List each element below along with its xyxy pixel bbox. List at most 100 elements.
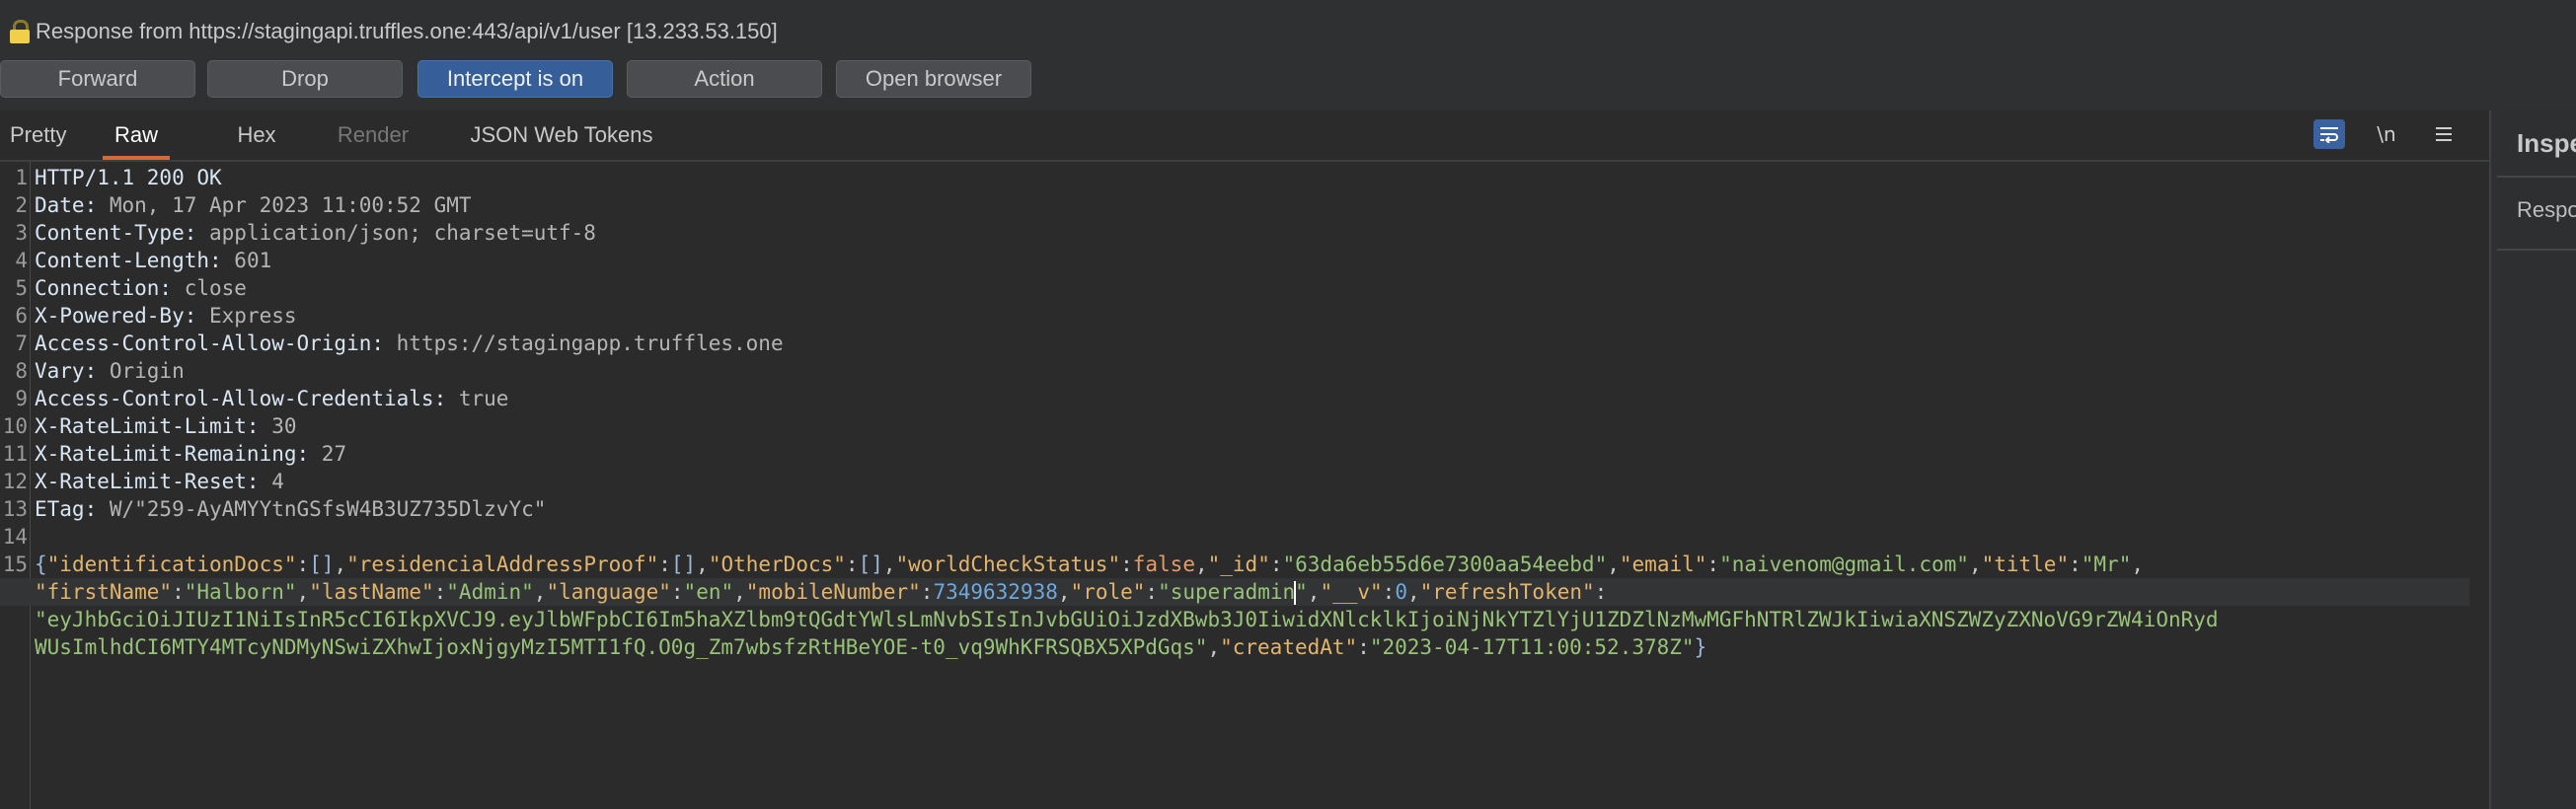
raw-response-editor[interactable]: 1 HTTP/1.1 200 OK 2 Date: Mon, 17 Apr 2023 … (0, 162, 2489, 809)
line-number: 1 (15, 166, 28, 189)
line-content: Access-Control-Allow-Credentials: true (35, 385, 508, 412)
line-content: X-Powered-By: Express (35, 302, 297, 330)
json-string: "2023-04-17T11:00:52.378Z" (1369, 635, 1695, 659)
header-name: Content-Length: (35, 249, 222, 272)
inspector-title: Inspector (2517, 128, 2576, 158)
header-name: Date: (35, 193, 98, 217)
json-punctuation: : (1382, 580, 1396, 604)
line-number: 14 (2, 525, 28, 549)
json-bracket: { (35, 552, 47, 576)
editor-tools: \n (2313, 119, 2460, 149)
line-content: Vary: Origin (35, 357, 185, 385)
json-key: "createdAt" (1220, 635, 1358, 659)
header-value: Mon, 17 Apr 2023 11:00:52 GMT (97, 193, 472, 217)
inspector-divider (2497, 176, 2576, 178)
json-punctuation: , (1194, 552, 1208, 576)
json-key: "__v" (1320, 580, 1383, 604)
hamburger-menu-icon[interactable] (2428, 119, 2460, 149)
line-content: "firstName":"Halborn","lastName":"Admin"… (35, 578, 1607, 606)
json-punctuation: , (1607, 552, 1620, 576)
line-content: Connection: close (35, 274, 247, 302)
drop-button[interactable]: Drop (207, 60, 403, 98)
intercept-toolbar: Forward Drop Intercept is on Action Open… (0, 57, 2576, 112)
editor-line: 7 Access-Control-Allow-Origin: https://st… (0, 330, 2469, 357)
line-content: Access-Control-Allow-Origin: https://sta… (35, 330, 784, 357)
json-key: "language" (546, 580, 671, 604)
line-number: 3 (15, 221, 28, 245)
line-number: 10 (2, 414, 28, 438)
json-punctuation: , (334, 552, 347, 576)
forward-button[interactable]: Forward (0, 60, 195, 98)
tab-pretty[interactable]: Pretty (10, 122, 89, 160)
json-punctuation: : (296, 552, 310, 576)
line-content: X-RateLimit-Remaining: 27 (35, 440, 346, 468)
json-punctuation: : (1269, 552, 1283, 576)
json-boolean: false (1132, 552, 1195, 576)
header-value: W/"259-AyAMYYtnGSfsW4B3UZ735DlzvYc" (97, 497, 547, 521)
json-punctuation: : (1594, 580, 1608, 604)
header-name: ETag: (35, 497, 98, 521)
json-key: "title" (1981, 552, 2070, 576)
json-string: "Admin" (446, 580, 534, 604)
header-name: Vary: (35, 359, 98, 383)
json-string: "en" (683, 580, 734, 604)
status-line: HTTP/1.1 200 OK (35, 166, 222, 189)
json-string: "Halborn" (184, 580, 297, 604)
json-punctuation: , (1307, 580, 1321, 604)
inspector-divider (2497, 249, 2576, 251)
line-number: 12 (2, 470, 28, 493)
json-bracket: } (1694, 635, 1707, 659)
json-bracket: [] (858, 552, 883, 576)
json-punctuation: , (733, 580, 746, 604)
json-string: WUsImlhdCI6MTY4MTcyNDMyNSwiZXhwIjoxNjgyM… (35, 635, 1208, 659)
json-key: "worldCheckStatus" (895, 552, 1121, 576)
title-bar: Response from https://stagingapi.truffle… (0, 0, 2576, 57)
show-newlines-toggle[interactable]: \n (2371, 119, 2402, 149)
json-punctuation: : (433, 580, 447, 604)
panel-splitter[interactable] (2489, 110, 2497, 809)
header-value: 601 (221, 249, 272, 272)
word-wrap-icon[interactable] (2313, 119, 2345, 149)
editor-line: 10 X-RateLimit-Limit: 30 (0, 412, 2469, 440)
json-key: "refreshToken" (1419, 580, 1595, 604)
line-number: 4 (15, 249, 28, 272)
editor-line: 2 Date: Mon, 17 Apr 2023 11:00:52 GMT (0, 191, 2469, 219)
line-content: HTTP/1.1 200 OK (35, 164, 222, 191)
action-button[interactable]: Action (627, 60, 822, 98)
line-number: 13 (2, 497, 28, 521)
json-punctuation: , (1968, 552, 1982, 576)
inspector-section-response[interactable]: Response (2517, 197, 2576, 223)
json-punctuation: : (1120, 552, 1133, 576)
header-name: X-RateLimit-Remaining: (35, 442, 310, 466)
json-punctuation: , (1057, 580, 1071, 604)
tab-hex[interactable]: Hex (235, 122, 278, 160)
json-key: "firstName" (35, 580, 173, 604)
intercept-toggle-button[interactable]: Intercept is on (417, 60, 613, 98)
json-punctuation: : (920, 580, 934, 604)
header-value: https://stagingapp.truffles.one (384, 331, 784, 355)
line-number: 5 (15, 276, 28, 300)
header-name: X-RateLimit-Limit: (35, 414, 260, 438)
tab-json-web-tokens[interactable]: JSON Web Tokens (468, 122, 655, 160)
editor-line: 13 ETag: W/"259-AyAMYYtnGSfsW4B3UZ735Dlzv… (0, 495, 2469, 523)
line-number: 6 (15, 304, 28, 328)
json-key: "email" (1619, 552, 1707, 576)
json-key: "mobileNumber" (745, 580, 921, 604)
header-value: 4 (259, 470, 284, 493)
editor-line: 12 X-RateLimit-Reset: 4 (0, 468, 2469, 495)
header-value: 30 (259, 414, 297, 438)
line-number: 8 (15, 359, 28, 383)
json-key: "_id" (1207, 552, 1270, 576)
json-punctuation: , (533, 580, 547, 604)
line-content: "eyJhbGciOiJIUzI1NiIsInR5cCI6IkpXVCJ9.ey… (35, 606, 2219, 633)
tab-raw[interactable]: Raw (103, 122, 170, 160)
json-punctuation: : (2069, 552, 2082, 576)
json-punctuation: , (1207, 635, 1221, 659)
line-content: Content-Length: 601 (35, 247, 271, 274)
header-name: Content-Type: (35, 221, 197, 245)
json-punctuation: , (1406, 580, 1420, 604)
open-browser-button[interactable]: Open browser (836, 60, 1031, 98)
editor-line: 14 (0, 523, 2469, 551)
header-value: close (172, 276, 247, 300)
line-number: 11 (2, 442, 28, 466)
